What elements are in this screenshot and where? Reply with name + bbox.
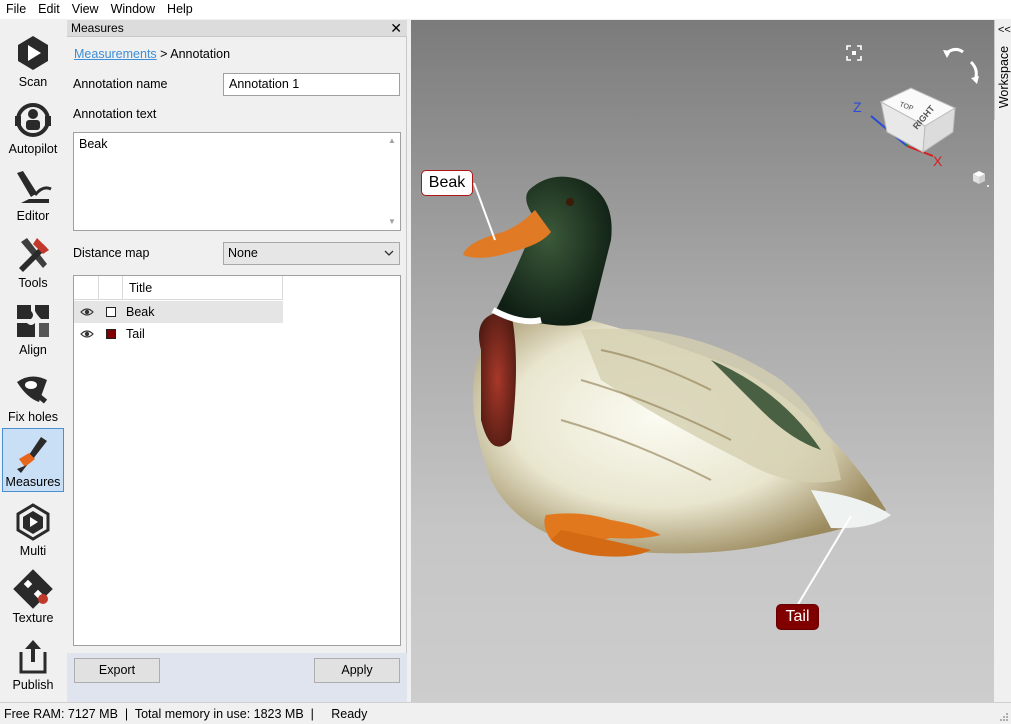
tool-texture[interactable]: Texture	[2, 563, 64, 627]
resize-grip-icon[interactable]	[999, 712, 1009, 722]
breadcrumb-link-measurements[interactable]: Measurements	[74, 47, 157, 61]
color-swatch[interactable]	[106, 307, 116, 317]
annotation-callout-tail[interactable]: Tail	[776, 604, 819, 630]
menu-bar: File Edit View Window Help	[0, 0, 1011, 19]
table-header: Title	[74, 276, 283, 300]
annotation-text-label: Annotation text	[73, 107, 157, 121]
close-icon[interactable]: ✕	[390, 20, 402, 36]
rotate-view-icon[interactable]	[941, 46, 985, 86]
autopilot-icon	[15, 103, 51, 137]
align-icon	[17, 305, 49, 337]
annotation-name-label: Annotation name	[73, 77, 168, 91]
tool-label: Tools	[18, 276, 48, 290]
workspace-label: Workspace	[997, 45, 1011, 109]
eye-icon[interactable]	[80, 328, 94, 340]
tool-label: Texture	[12, 611, 54, 625]
status-bar: Free RAM: 7127 MB | Total memory in use:…	[0, 702, 1011, 724]
tool-multi[interactable]: Multi	[2, 496, 64, 560]
tool-editor[interactable]: Editor	[2, 161, 64, 225]
measures-panel: Measures ✕ Measurements > Annotation Ann…	[67, 20, 407, 702]
nav-cube[interactable]: TOP RIGHT Z X	[851, 84, 971, 174]
axis-x-label: X	[933, 153, 943, 169]
breadcrumb: Measurements > Annotation	[74, 47, 230, 61]
tool-sidebar: Scan Autopilot Editor Tools Align Fix ho…	[0, 20, 67, 702]
chevron-down-icon	[384, 250, 394, 256]
fix-holes-icon	[17, 376, 48, 404]
3d-viewport[interactable]: Beak Tail TOP RIGHT Z X	[411, 20, 994, 702]
tool-label: Align	[19, 343, 47, 357]
eye-icon[interactable]	[80, 306, 94, 318]
tool-fix-holes[interactable]: Fix holes	[2, 362, 64, 426]
panel-header: Measures ✕	[67, 20, 407, 37]
scroll-down-icon[interactable]: ▼	[384, 214, 400, 230]
tool-label: Autopilot	[8, 142, 58, 156]
table-row[interactable]: Beak	[74, 301, 283, 323]
annotation-callout-beak[interactable]: Beak	[421, 170, 473, 196]
tool-label: Publish	[12, 678, 54, 692]
texture-icon	[13, 569, 53, 609]
panel-title: Measures	[71, 21, 124, 35]
distance-map-value: None	[228, 246, 258, 260]
tool-autopilot[interactable]: Autopilot	[2, 94, 64, 158]
tool-publish[interactable]: Publish	[2, 630, 64, 694]
annotation-text-value: Beak	[79, 137, 108, 151]
column-title[interactable]: Title	[129, 281, 152, 295]
tool-label: Measures	[5, 475, 61, 489]
publish-icon	[19, 640, 47, 674]
annotations-table: Title Beak Tail	[73, 275, 401, 646]
axis-z-label: Z	[853, 99, 862, 115]
chevron-left-icon[interactable]: <<	[998, 24, 1011, 36]
tool-label: Scan	[18, 75, 48, 89]
annotation-name-input[interactable]: Annotation 1	[223, 73, 400, 96]
measures-icon	[17, 437, 47, 473]
tool-measures[interactable]: Measures	[2, 428, 64, 492]
breadcrumb-separator: >	[156, 47, 171, 61]
workspace-tab[interactable]: << Workspace	[994, 20, 1011, 120]
tool-label: Fix holes	[7, 410, 59, 424]
fit-view-icon[interactable]	[845, 44, 863, 62]
tool-tools[interactable]: Tools	[2, 228, 64, 292]
tool-align[interactable]: Align	[2, 295, 64, 359]
row-title: Tail	[126, 327, 145, 341]
apply-button[interactable]: Apply	[314, 658, 400, 683]
editor-icon	[17, 171, 52, 203]
multi-icon	[16, 503, 50, 541]
distance-map-label: Distance map	[73, 246, 150, 260]
menu-view[interactable]: View	[66, 0, 105, 19]
textarea-scrollbar[interactable]: ▲ ▼	[384, 133, 400, 230]
annotation-text-area[interactable]: Beak ▲ ▼	[73, 132, 401, 231]
menu-help[interactable]: Help	[161, 0, 199, 19]
color-swatch[interactable]	[106, 329, 116, 339]
status-text: Free RAM: 7127 MB | Total memory in use:…	[4, 707, 368, 721]
menu-window[interactable]: Window	[105, 0, 161, 19]
tools-icon	[19, 238, 49, 272]
distance-map-select[interactable]: None	[223, 242, 400, 265]
scroll-up-icon[interactable]: ▲	[384, 133, 400, 149]
menu-file[interactable]: File	[0, 0, 32, 19]
export-button[interactable]: Export	[74, 658, 160, 683]
menu-edit[interactable]: Edit	[32, 0, 66, 19]
breadcrumb-current: Annotation	[170, 47, 231, 61]
view-cube-menu-icon[interactable]	[969, 168, 991, 190]
row-title: Beak	[126, 305, 155, 319]
scan-icon	[18, 36, 48, 70]
table-row[interactable]: Tail	[74, 323, 283, 345]
tool-label: Multi	[19, 544, 47, 558]
tool-label: Editor	[16, 209, 50, 223]
panel-footer: Export Apply	[67, 653, 407, 702]
tool-scan[interactable]: Scan	[2, 27, 64, 91]
